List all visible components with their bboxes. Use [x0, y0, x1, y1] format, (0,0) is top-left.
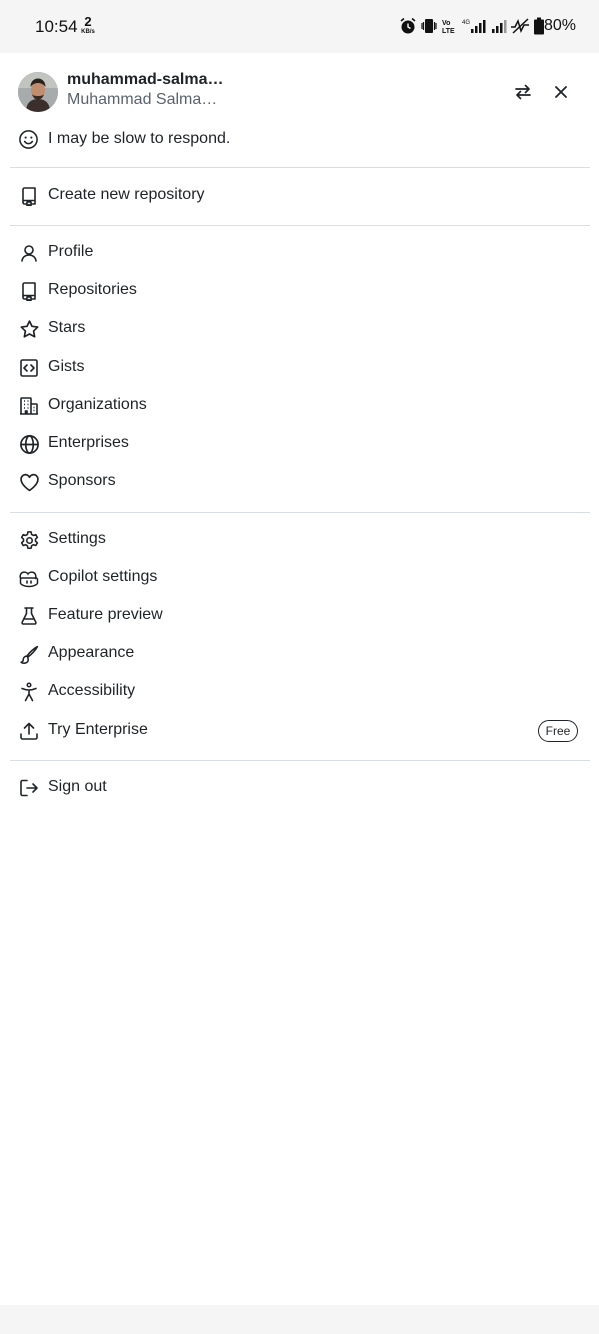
- free-badge: Free: [538, 720, 578, 742]
- person-icon: [18, 242, 40, 264]
- menu-item-label: Create new repository: [48, 186, 205, 203]
- close-icon: [555, 86, 567, 98]
- volte-icon: VoLTE: [442, 20, 455, 35]
- signal-icon: [492, 20, 507, 33]
- menu-item-feature-preview[interactable]: Feature preview: [0, 596, 599, 634]
- menu-item-label: Enterprises: [48, 434, 129, 451]
- menu-item-label: Copilot settings: [48, 568, 158, 585]
- menu-item-enterprises[interactable]: Enterprises: [0, 424, 599, 462]
- menu-item-label: Sign out: [48, 778, 107, 795]
- divider: [10, 167, 590, 168]
- svg-text:4G: 4G: [462, 20, 470, 26]
- menu-item-label: Settings: [48, 530, 106, 547]
- gear-icon: [18, 529, 40, 551]
- organization-icon: [18, 395, 40, 417]
- upload-icon: [18, 720, 40, 742]
- arrow-switch-icon: [515, 84, 531, 100]
- switch-account-button[interactable]: [511, 80, 535, 104]
- svg-text:Vo: Vo: [442, 20, 450, 27]
- paintbrush-icon: [18, 643, 40, 665]
- menu-item-stars[interactable]: Stars: [0, 309, 599, 347]
- menu-item-create-repository[interactable]: Create new repository: [0, 176, 599, 214]
- menu-item-label: Sponsors: [48, 472, 116, 489]
- menu-item-sponsors[interactable]: Sponsors: [0, 462, 599, 500]
- vibrate-icon: [421, 19, 437, 33]
- star-icon: [18, 318, 40, 340]
- status-time: 10:54: [35, 17, 78, 36]
- signal-icon: 4G: [462, 20, 486, 33]
- full-name: Muhammad Salma…: [67, 91, 218, 108]
- menu-item-repositories[interactable]: Repositories: [0, 271, 599, 309]
- repo-icon: [18, 280, 40, 302]
- battery-level: 80%: [544, 17, 577, 34]
- no-data-icon: [511, 18, 529, 34]
- menu-item-label: Organizations: [48, 396, 147, 413]
- menu-item-accessibility[interactable]: Accessibility: [0, 672, 599, 710]
- alarm-icon: [400, 17, 416, 34]
- network-speed-value: 2: [84, 14, 92, 29]
- network-speed: 2 KB/s: [78, 15, 98, 35]
- menu-item-try-enterprise[interactable]: Try Enterprise: [0, 711, 599, 749]
- menu-item-label: Try Enterprise: [48, 721, 148, 738]
- menu-item-label: Repositories: [48, 281, 137, 298]
- menu-item-settings[interactable]: Settings: [0, 520, 599, 558]
- menu-item-appearance[interactable]: Appearance: [0, 634, 599, 672]
- network-speed-unit: KB/s: [81, 29, 95, 35]
- username: muhammad-salma…: [67, 71, 224, 88]
- status-bar: 10:54 2 KB/s Vo LTE 4G 80%: [0, 0, 599, 53]
- smiley-icon: [19, 129, 38, 149]
- menu-item-label: Feature preview: [48, 606, 163, 623]
- status-message: I may be slow to respond.: [48, 130, 231, 147]
- menu-item-label: Accessibility: [48, 682, 136, 699]
- globe-icon: [18, 433, 40, 455]
- menu-item-label: Stars: [48, 319, 86, 336]
- navigation-bar: [0, 1305, 599, 1334]
- code-square-icon: [18, 357, 40, 379]
- close-button[interactable]: [549, 80, 573, 104]
- menu-item-label: Appearance: [48, 644, 135, 661]
- menu-item-sign-out[interactable]: Sign out: [0, 768, 599, 806]
- menu-item-copilot-settings[interactable]: Copilot settings: [0, 558, 599, 596]
- user-status[interactable]: I may be slow to respond.: [18, 127, 230, 151]
- divider: [10, 512, 590, 513]
- copilot-icon: [18, 567, 40, 589]
- heart-icon: [18, 471, 40, 493]
- menu-item-organizations[interactable]: Organizations: [0, 386, 599, 424]
- svg-text:LTE: LTE: [442, 28, 455, 35]
- avatar[interactable]: [18, 72, 58, 112]
- repo-icon: [18, 185, 40, 207]
- menu-item-label: Gists: [48, 358, 85, 375]
- sign-out-icon: [18, 777, 40, 799]
- menu-item-gists[interactable]: Gists: [0, 348, 599, 386]
- divider: [10, 760, 590, 761]
- accessibility-icon: [18, 681, 40, 703]
- divider: [10, 225, 590, 226]
- status-icons: Vo LTE 4G: [399, 16, 545, 36]
- beaker-icon: [18, 605, 40, 627]
- menu-item-label: Profile: [48, 243, 94, 260]
- menu-item-profile[interactable]: Profile: [0, 233, 599, 271]
